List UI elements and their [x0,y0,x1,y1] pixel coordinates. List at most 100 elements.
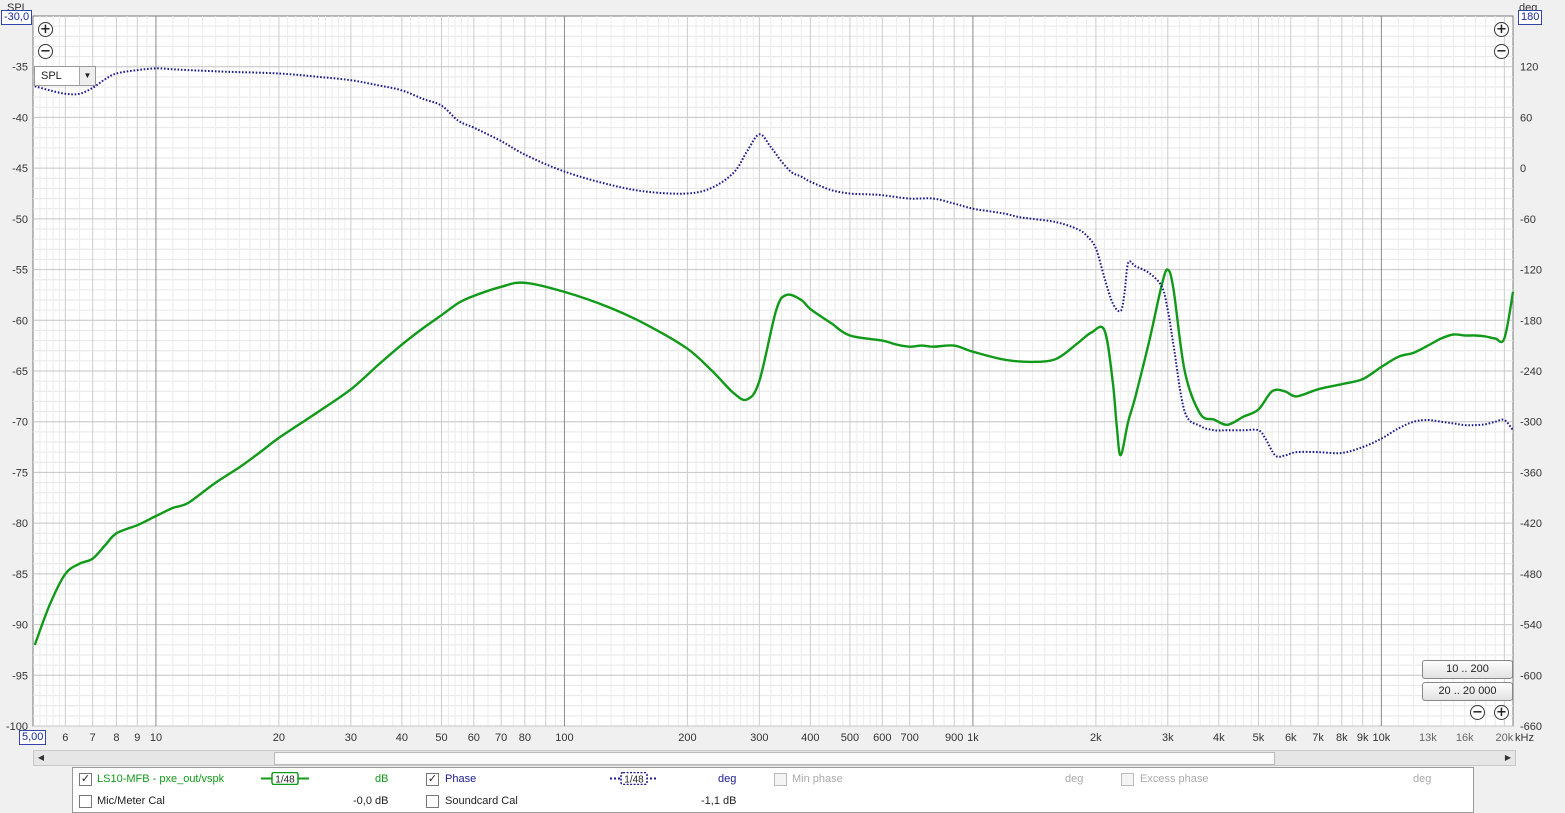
x-tick-label: 200 [678,732,696,744]
soundcard-cal-label[interactable]: Soundcard Cal [445,791,518,811]
zoom-out-y-button[interactable]: − [38,44,53,59]
x-tick-label: 7 [90,732,96,744]
y2-axis-top-value[interactable]: 180 [1518,10,1543,25]
scroll-left-icon[interactable]: ◀ [34,751,48,765]
x-tick-label: 6k [1285,732,1297,744]
x-tick-label: 700 [900,732,918,744]
x-tick-label: 9 [134,732,140,744]
display-select[interactable]: SPL ▼ [34,66,96,86]
phase-smoothing-icon[interactable]: 1/48 [610,772,658,785]
y-tick-label: -90 [12,620,28,632]
soundcard-cal-checkbox[interactable] [426,795,439,808]
phase-smoothing: 1/48 [624,775,644,786]
y-tick-labels: -35-40-45-50-55-60-65-70-75-80-85-90-95-… [6,62,28,733]
x-tick-label: 40 [396,732,408,744]
y-tick-label: -70 [12,417,28,429]
mic-cal-checkbox[interactable] [79,795,92,808]
y2-tick-label: -600 [1520,670,1542,682]
y2-tick-label: -240 [1520,366,1542,378]
legend-row-2: Mic/Meter Cal -0,0 dB Soundcard Cal -1,1… [73,791,1473,811]
legend-row-1: ✓ LS10-MFB - pxe_out/vspk 1/48 dB ✓ Phas… [73,769,1473,789]
x-axis-unit: kHz [1515,732,1534,744]
legend-panel: ✓ LS10-MFB - pxe_out/vspk 1/48 dB ✓ Phas… [72,767,1474,813]
measurement-checkbox[interactable]: ✓ [79,773,92,786]
x-tick-label: 10k [1373,732,1391,744]
x-tick-label: 16k [1456,732,1474,744]
phase-label[interactable]: Phase [445,769,476,789]
y2-tick-label: -420 [1520,518,1542,530]
x-tick-label: 60 [468,732,480,744]
y2-tick-label: 0 [1520,163,1526,175]
x-tick-label: 8k [1336,732,1348,744]
y-tick-label: -55 [12,265,28,277]
mic-cal-label[interactable]: Mic/Meter Cal [97,791,165,811]
x-tick-label: 13k [1419,732,1437,744]
x-tick-label: 20k [1495,732,1513,744]
x-tick-label: 9k [1357,732,1369,744]
range-10-200-button[interactable]: 10 .. 200 [1422,660,1513,679]
x-tick-label: 4k [1213,732,1225,744]
y2-tick-label: -60 [1520,214,1536,226]
zoom-in-y2-button[interactable]: + [1494,22,1509,37]
y-tick-label: -80 [12,518,28,530]
x-tick-label: 10 [150,732,162,744]
measurement-label[interactable]: LS10-MFB - pxe_out/vspk [97,769,224,789]
x-tick-label: 6 [62,732,68,744]
x-tick-label: 7k [1312,732,1324,744]
y-tick-label: -85 [12,569,28,581]
x-tick-label: 100 [555,732,573,744]
y2-tick-label: -120 [1520,265,1542,277]
x-tick-label: 500 [841,732,859,744]
x-tick-label: 900 [945,732,963,744]
mic-cal-value: -0,0 dB [353,795,389,807]
measurement-smoothing: 1/48 [275,775,295,786]
min-phase-unit: deg [1065,773,1084,785]
y-tick-label: -35 [12,62,28,74]
y-tick-label: -50 [12,214,28,226]
y2-tick-label: 120 [1520,62,1538,74]
x-tick-label: 3k [1162,732,1174,744]
x-tick-label: 70 [495,732,507,744]
zoom-out-x-button[interactable]: − [1470,705,1485,720]
frequency-response-chart[interactable]: -35 -40 -45 -50 -55 -60 -65 -70 -75 -80 -85 -90 -95 -… [0,0,1565,748]
x-axis-start-value[interactable]: 5,00 [19,730,47,745]
x-tick-label: 20 [273,732,285,744]
x-tick-label: 1k [967,732,979,744]
y-tick-label: -40 [12,112,28,124]
y2-tick-label: 60 [1520,112,1532,124]
x-tick-label: 300 [750,732,768,744]
x-tick-label: 80 [519,732,531,744]
measurement-unit: dB [375,773,389,785]
excess-phase-unit: deg [1413,773,1432,785]
y2-tick-labels: 120 60 0 -60 -120 -180 -240 -300 -360 -420 -480 -54… [1520,62,1542,733]
soundcard-cal-value: -1,1 dB [701,795,737,807]
y-tick-label: -65 [12,366,28,378]
x-tick-labels: 6 7 8 9 10 20 30 40 50 60 70 80 100 200 300 400 500 600 70… [62,732,1513,744]
display-select-value: SPL [41,70,62,82]
excess-phase-label: Excess phase [1140,773,1209,785]
scroll-right-icon[interactable]: ▶ [1501,751,1515,765]
x-tick-label: 2k [1090,732,1102,744]
horizontal-scrollbar[interactable]: ◀ ▶ [33,750,1516,766]
y-tick-label: -95 [12,670,28,682]
y-tick-label: -60 [12,315,28,327]
y2-tick-label: -300 [1520,417,1542,429]
y-tick-label: -45 [12,163,28,175]
x-tick-label: 50 [435,732,447,744]
phase-checkbox[interactable]: ✓ [426,773,439,786]
y-axis-top-value[interactable]: -30,0 [1,10,33,25]
min-phase-checkbox[interactable] [774,773,787,786]
x-tick-label: 5k [1253,732,1265,744]
zoom-in-y-button[interactable]: + [38,22,53,37]
min-phase-label: Min phase [792,773,843,785]
measurement-smoothing-icon[interactable]: 1/48 [261,772,309,785]
zoom-out-y2-button[interactable]: − [1494,44,1509,59]
zoom-in-x-button[interactable]: + [1494,705,1509,720]
range-20-20000-button[interactable]: 20 .. 20 000 [1422,682,1513,701]
y2-tick-label: -360 [1520,467,1542,479]
x-tick-label: 8 [113,732,119,744]
scrollbar-thumb[interactable] [274,752,1275,765]
x-tick-label: 600 [873,732,891,744]
excess-phase-checkbox[interactable] [1121,773,1134,786]
y2-tick-label: -180 [1520,315,1542,327]
